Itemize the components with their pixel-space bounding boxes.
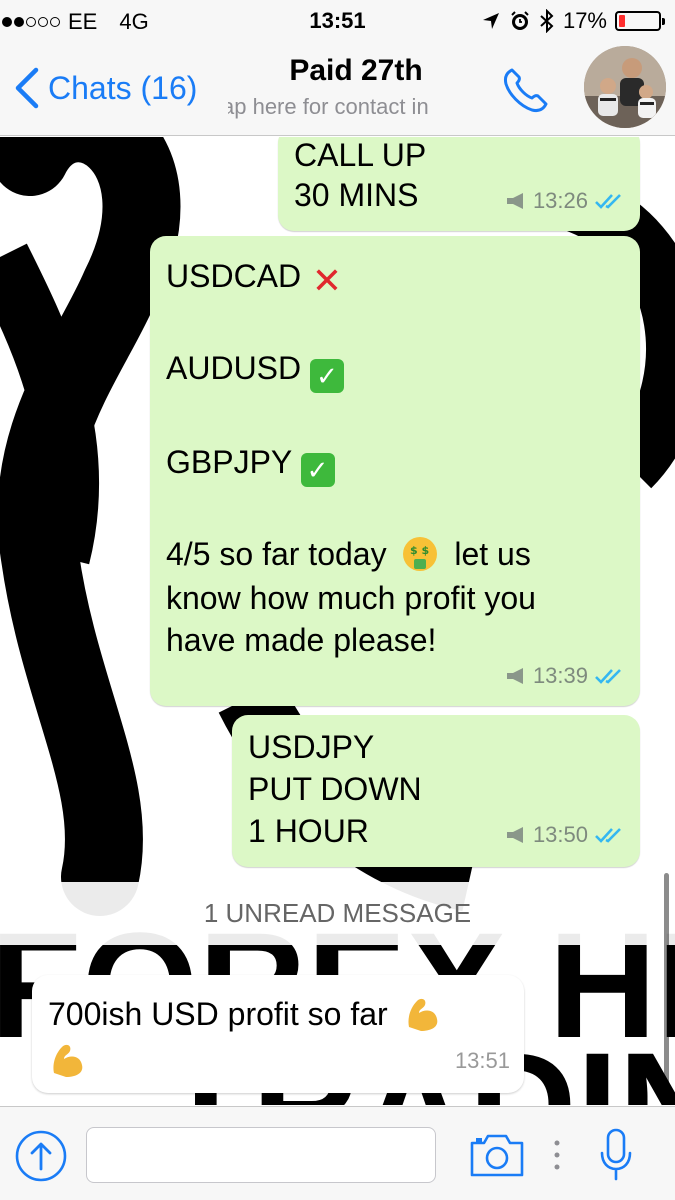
money-mouth-face-emoji: $ $ (403, 537, 438, 571)
message-bubble[interactable]: USDCAD ✕ AUDUSD ✓ GBPJPY ✓ 4/5 so far to… (150, 236, 640, 706)
bluetooth-icon (540, 9, 554, 33)
message-list[interactable]: FOREX HELP TRADING CALL UP 30 MINS 13:26… (0, 137, 675, 1105)
message-text: 30 MINS (294, 177, 419, 213)
back-button[interactable]: Chats (16) (14, 66, 197, 110)
more-options-icon[interactable] (552, 1137, 562, 1173)
composer-bar (0, 1106, 675, 1200)
chat-subtitle: ap here for contact in (228, 94, 429, 119)
flexed-biceps-emoji (408, 998, 437, 1031)
message-text: have made please! (166, 622, 437, 658)
message-time: 13:50 (532, 822, 588, 847)
message-text: GBPJPY (166, 444, 292, 480)
megaphone-icon (506, 668, 523, 684)
avatar-photo (584, 46, 666, 128)
message-text: USDJPY (248, 729, 375, 765)
message-meta: 13:39 (505, 656, 626, 696)
message-time: 13:51 (454, 1048, 510, 1073)
message-text: know how much profit you (166, 580, 536, 616)
message-text: PUT DOWN (248, 771, 422, 807)
message-line: GBPJPY ✓ (166, 442, 335, 487)
phone-icon[interactable] (498, 62, 554, 118)
unread-divider: 1 UNREAD MESSAGE (0, 882, 675, 945)
scrollbar[interactable] (664, 873, 669, 1098)
message-text: 4/5 so far today (166, 536, 387, 572)
status-right: 17% (481, 8, 665, 34)
message-line: 4/5 so far today $ $ let us (166, 534, 531, 574)
battery-percent: 17% (562, 8, 607, 33)
contact-avatar[interactable] (584, 46, 666, 128)
chat-title: Paid 27th (289, 54, 423, 87)
status-bar: EE 4G 13:51 17% (0, 0, 675, 44)
chat-header: Chats (16) Paid 27th ap here for contact… (0, 44, 675, 136)
battery-icon (615, 11, 665, 31)
message-bubble[interactable]: USDJPY PUT DOWN 1 HOUR 13:50 (232, 715, 640, 867)
alarm-icon (511, 11, 529, 30)
flexed-biceps-emoji (53, 1044, 83, 1077)
check-mark-emoji: ✓ (300, 453, 335, 487)
contact-info-button[interactable]: Paid 27th ap here for contact in (228, 54, 484, 120)
message-text: let us (454, 536, 531, 572)
message-bubble[interactable]: 700ish USD profit so far 13:51 (32, 975, 524, 1093)
message-text: CALL UP (294, 137, 427, 173)
read-ticks-icon (595, 194, 621, 209)
read-ticks-icon (595, 828, 621, 843)
message-time: 13:39 (532, 663, 588, 688)
svg-text:$ $: $ $ (410, 544, 429, 557)
battery-level (619, 15, 626, 27)
message-text: 1 HOUR (248, 813, 369, 849)
message-meta: 13:26 (505, 181, 626, 221)
message-meta: 13:51 (455, 1041, 510, 1081)
message-text: 700ish USD profit so far (48, 996, 388, 1032)
message-text: USDCAD (166, 258, 302, 294)
message-line: AUDUSD ✓ (166, 348, 345, 393)
megaphone-icon (506, 827, 523, 843)
camera-icon[interactable] (468, 1131, 526, 1179)
cross-mark-emoji: ✕ (311, 260, 343, 301)
location-arrow-icon (482, 13, 499, 29)
message-bubble[interactable]: CALL UP 30 MINS 13:26 (278, 137, 640, 231)
microphone-icon[interactable] (598, 1127, 634, 1185)
megaphone-icon (506, 193, 523, 209)
chevron-left-icon (15, 67, 39, 109)
check-mark-emoji: ✓ (310, 359, 345, 393)
message-text: AUDUSD (166, 350, 302, 386)
back-label: Chats (16) (48, 69, 198, 106)
message-line: USDCAD ✕ (166, 256, 344, 301)
message-meta: 13:50 (505, 815, 626, 855)
message-line: 700ish USD profit so far (48, 993, 443, 1034)
message-input[interactable] (86, 1127, 436, 1183)
message-time: 13:26 (532, 188, 588, 213)
share-arrow-icon[interactable] (14, 1129, 68, 1183)
read-ticks-icon (595, 669, 621, 684)
